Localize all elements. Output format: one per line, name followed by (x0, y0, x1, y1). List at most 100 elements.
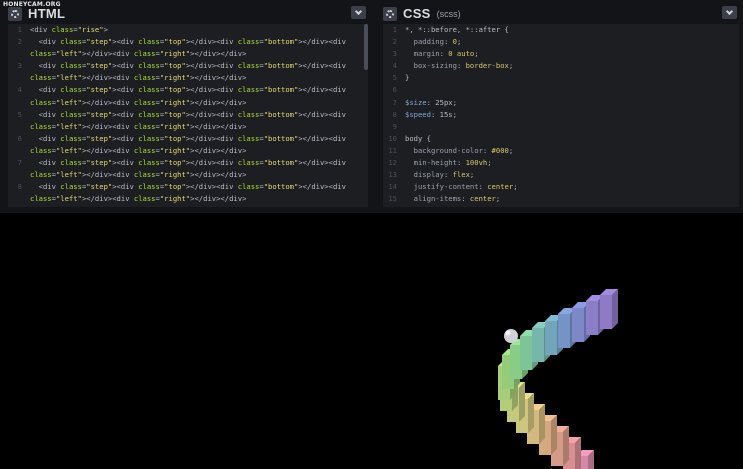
code-text: } (405, 73, 410, 83)
chevron-down-icon[interactable] (351, 6, 366, 19)
css-code-line: 10 body { (383, 133, 739, 145)
ball-highlight (505, 330, 511, 336)
code-text: class="left"></div><div class="right"></… (30, 194, 247, 204)
line-number (8, 72, 30, 84)
css-code-line: 6 (383, 84, 739, 96)
css-code-line: 5} (383, 72, 739, 84)
css-code-line: 13 display: flex; (383, 169, 739, 181)
html-pane-title: HTML (28, 6, 66, 21)
code-text: <div class="step"><div class="top"></div… (30, 85, 346, 95)
code-text: class="left"></div><div class="right"></… (30, 97, 247, 107)
line-number: 2 (17, 37, 22, 47)
line-number: 12 (388, 158, 397, 168)
code-text: background-color: #000; (413, 145, 514, 155)
line-number (8, 169, 30, 181)
rising-stairs-animation (498, 289, 618, 469)
line-number: 14 (388, 182, 397, 192)
css-code-line: 8 $speed: 15s; (383, 109, 739, 121)
css-code-line: 4 box-sizing: border-box; (383, 60, 739, 72)
line-number: 8 (17, 182, 22, 192)
code-text: class="left"></div><div class="right"></… (30, 73, 247, 83)
html-editor-pane: HTML 1 <div class="rise"> 2 <div class="st… (0, 0, 372, 213)
html-code-line: class="left"></div><div class="right"></… (8, 48, 368, 60)
line-number: 7 (392, 97, 397, 107)
html-code-line: class="left"></div><div class="right"></… (8, 72, 368, 84)
css-pane-header: CSS (scss) (383, 4, 737, 23)
css-code-line: 9 (383, 121, 739, 133)
line-number: 1 (392, 25, 397, 34)
line-number: 5 (17, 109, 22, 119)
line-number: 10 (388, 133, 397, 143)
code-text: justify-content: center; (413, 182, 518, 192)
result-preview (0, 213, 743, 469)
css-code-line: 15 align-items: center; (383, 193, 739, 205)
code-text: align-items: center; (413, 194, 501, 204)
code-text: margin: 0 auto; (413, 49, 479, 59)
html-code-editor[interactable]: 1 <div class="rise"> 2 <div class="step"><… (8, 24, 368, 207)
line-number (8, 193, 30, 205)
rolling-ball (504, 329, 518, 343)
html-code-line: 6 <div class="step"><div class="top"></d… (8, 133, 368, 145)
line-number: 15 (388, 194, 397, 204)
gear-icon[interactable] (383, 6, 397, 21)
html-code-line: 4 <div class="step"><div class="top"></d… (8, 84, 368, 96)
html-code-line: class="left"></div><div class="right"></… (8, 121, 368, 133)
code-text: padding: 0; (413, 37, 462, 47)
code-text: body { (405, 133, 431, 143)
line-number (8, 97, 30, 109)
code-text: class="left"></div><div class="right"></… (30, 121, 247, 131)
html-code-line: 8 <div class="step"><div class="top"></d… (8, 181, 368, 193)
watermark: HONEYCAM.ORG (3, 1, 61, 8)
code-text: <div class="rise"> (30, 25, 108, 34)
css-code-line: 3 margin: 0 auto; (383, 48, 739, 60)
css-code-editor[interactable]: 1 *, *::before, *::after {2 padding: 0; 3 … (383, 24, 739, 207)
html-code-line: class="left"></div><div class="right"></… (8, 193, 368, 205)
code-text: min-height: 100vh; (413, 158, 492, 168)
html-code-line: 7 <div class="step"><div class="top"></d… (8, 157, 368, 169)
code-text: display: flex; (413, 170, 475, 180)
css-code-line: 14 justify-content: center; (383, 181, 739, 193)
line-number: 11 (388, 145, 397, 155)
code-text: <div class="step"><div class="top"></div… (30, 37, 346, 47)
css-code-line: 11 background-color: #000; (383, 145, 739, 157)
line-number (8, 48, 30, 60)
html-code-line: class="left"></div><div class="right"></… (8, 145, 368, 157)
html-code-line: 3 <div class="step"><div class="top"></d… (8, 60, 368, 72)
css-code-line: 2 padding: 0; (383, 36, 739, 48)
html-code-line: class="left"></div><div class="right"></… (8, 169, 368, 181)
editor-area: HONEYCAM.ORG HTML 1 <div class="rise"> 2 <… (0, 0, 743, 213)
line-number: 13 (388, 170, 397, 180)
line-number (8, 121, 30, 133)
code-text: class="left"></div><div class="right"></… (30, 170, 247, 180)
line-number: 4 (17, 85, 22, 95)
line-number: 2 (392, 37, 397, 47)
line-number: 8 (392, 109, 397, 119)
gear-icon[interactable] (8, 6, 22, 21)
code-text: <div class="step"><div class="top"></div… (30, 61, 346, 71)
line-number: 9 (392, 121, 397, 131)
line-number: 1 (17, 25, 22, 34)
code-text: *, *::before, *::after { (405, 25, 509, 34)
code-text: $size: 25px; (405, 97, 457, 107)
css-preprocessor-label: (scss) (436, 8, 461, 19)
line-number: 6 (17, 133, 22, 143)
css-editor-pane: CSS (scss) 1 *, *::before, *::after {2 pa… (375, 0, 743, 213)
code-text: <div class="step"><div class="top"></div… (30, 182, 346, 192)
html-code-line: 1 <div class="rise"> (8, 24, 368, 36)
html-pane-header: HTML (8, 4, 366, 23)
html-code-line: 2 <div class="step"><div class="top"></d… (8, 36, 368, 48)
css-code-line: 1 *, *::before, *::after { (383, 24, 739, 36)
css-code-line: 12 min-height: 100vh; (383, 157, 739, 169)
code-text: class="left"></div><div class="right"></… (30, 145, 247, 155)
line-number: 6 (392, 85, 397, 95)
css-code-line: 7 $size: 25px; (383, 97, 739, 109)
line-number (8, 145, 30, 157)
stair-step (600, 289, 618, 329)
code-text: class="left"></div><div class="right"></… (30, 49, 247, 59)
scrollbar[interactable] (364, 24, 368, 70)
line-number: 3 (392, 49, 397, 59)
chevron-down-icon[interactable] (722, 6, 737, 19)
html-code-line: 5 <div class="step"><div class="top"></d… (8, 109, 368, 121)
line-number: 7 (17, 158, 22, 168)
code-text: <div class="step"><div class="top"></div… (30, 158, 346, 168)
